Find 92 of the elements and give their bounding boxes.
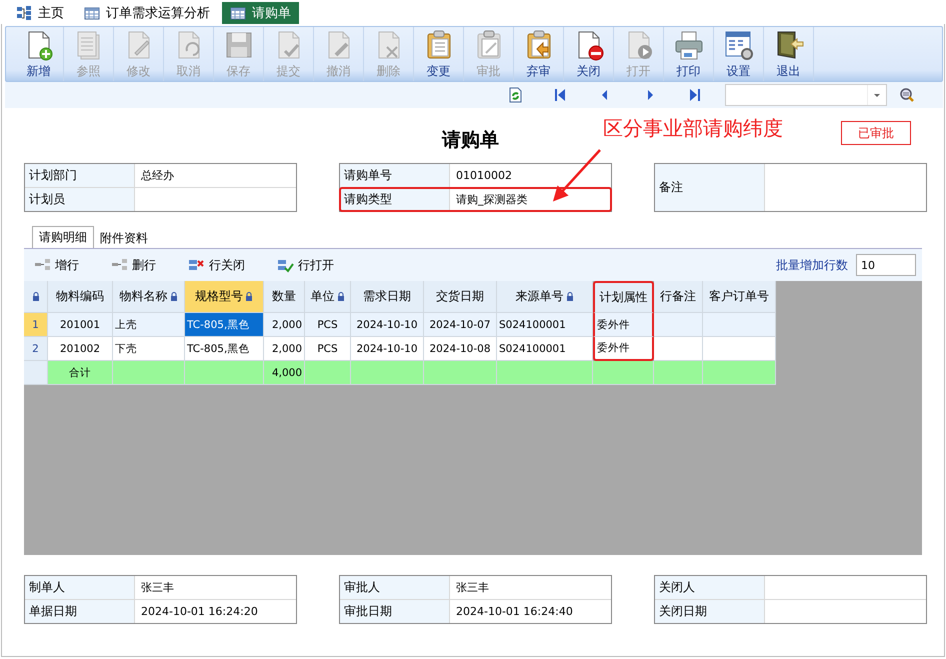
annotation-text: 区分事业部请购纬度	[603, 114, 783, 142]
field-label: 计划部门	[25, 164, 135, 187]
column-header[interactable]: 行备注	[654, 281, 703, 313]
table-cell: 201001	[48, 313, 113, 337]
table-cell: 委外件	[593, 337, 654, 361]
document-tab[interactable]: 主页	[8, 2, 72, 24]
total-label: 合计	[48, 361, 113, 385]
grid-toolbar-button[interactable]: 增行	[34, 256, 79, 274]
row-number[interactable]: 2	[24, 337, 48, 361]
table-cell: 2024-10-10	[351, 313, 424, 337]
last-record-icon[interactable]	[687, 87, 703, 103]
table-cell: 2,000	[264, 313, 305, 337]
lock-icon	[566, 292, 574, 302]
row-close-icon	[188, 257, 205, 273]
table-cell: TC-805,黑色	[185, 313, 264, 337]
detail-tab[interactable]: 请购明细	[32, 226, 94, 248]
lock-icon	[32, 292, 40, 302]
table-cell: 2024-10-10	[351, 337, 424, 361]
column-header[interactable]: 物料编码	[48, 281, 113, 313]
refresh-icon[interactable]	[507, 87, 523, 103]
grid-toolbar-button[interactable]: 删行	[111, 256, 156, 274]
column-header[interactable]: 需求日期	[351, 281, 424, 313]
column-header[interactable]: 单位	[305, 281, 351, 313]
row-number[interactable]: 1	[24, 313, 48, 337]
field-value: 2024-10-01 16:24:40	[455, 604, 574, 620]
field-value: 请购_探测器类	[455, 192, 528, 208]
table-cell: 201002	[48, 337, 113, 361]
lock-icon	[170, 292, 178, 302]
field-value: 01010002	[455, 168, 513, 184]
field-label: 审批日期	[340, 600, 450, 623]
toolbar-button[interactable]: 设置	[714, 27, 764, 81]
settings-icon	[722, 28, 754, 60]
table-cell: 2,000	[264, 337, 305, 361]
toolbar-button[interactable]: 退出	[764, 27, 814, 81]
document-tab[interactable]: 订单需求运算分析	[76, 2, 218, 24]
field-value: 张三丰	[455, 580, 490, 596]
column-header[interactable]: 客户订单号	[703, 281, 776, 313]
annotation-arrow	[550, 148, 604, 204]
field-label: 关闭人	[655, 576, 765, 599]
toolbar-button[interactable]: 打印	[664, 27, 714, 81]
search-icon[interactable]	[899, 87, 915, 103]
batch-rows-input[interactable]: 10	[856, 254, 916, 276]
form-title: 请购单	[442, 128, 499, 153]
toolbar-button[interactable]: 关闭	[564, 27, 614, 81]
field-label: 计划员	[25, 188, 135, 211]
detail-tab[interactable]: 附件资料	[94, 228, 154, 248]
table-cell: S024100001	[497, 313, 593, 337]
column-header[interactable]: 交货日期	[424, 281, 497, 313]
table-cell: 委外件	[593, 313, 654, 337]
column-header[interactable]: 物料名称	[113, 281, 185, 313]
sitemap-icon	[16, 5, 32, 21]
grid-toolbar-button[interactable]: 行打开	[277, 256, 334, 274]
row-icon	[34, 257, 51, 273]
field-label: 关闭日期	[655, 600, 765, 623]
column-header[interactable]: 计划属性	[593, 281, 654, 313]
field-value: 总经办	[140, 168, 175, 184]
toolbar-button[interactable]: 新增	[14, 27, 64, 81]
document-tab[interactable]: 请购单	[222, 2, 299, 24]
total-cell: 4,000	[264, 361, 305, 385]
status-stamp: 已审批	[841, 121, 911, 145]
table-cell: 上壳	[113, 313, 185, 337]
table-cell: 下壳	[113, 337, 185, 361]
first-record-icon[interactable]	[552, 87, 568, 103]
row-check-icon	[277, 257, 294, 273]
lock-icon	[245, 292, 253, 302]
caret-icon	[873, 92, 881, 98]
table-cell: PCS	[305, 313, 351, 337]
column-header[interactable]: 来源单号	[497, 281, 593, 313]
printer-icon	[672, 28, 704, 60]
batch-rows-label: 批量增加行数	[776, 256, 848, 274]
table-cell: TC-805,黑色	[185, 337, 264, 361]
field-label: 请购类型	[340, 188, 450, 211]
table-cell: 2024-10-08	[424, 337, 497, 361]
table-icon	[84, 6, 100, 20]
table-cell: 2024-10-07	[424, 313, 497, 337]
grid-toolbar-button[interactable]: 行关闭	[188, 256, 245, 274]
field-label: 请购单号	[340, 164, 450, 187]
field-value: 2024-10-01 16:24:20	[140, 604, 259, 620]
field-label: 单据日期	[25, 600, 135, 623]
table-icon	[230, 6, 246, 20]
row-icon	[111, 257, 128, 273]
toolbar-button[interactable]: 变更	[414, 27, 464, 81]
table-cell: S024100001	[497, 337, 593, 361]
row-number	[24, 361, 48, 385]
column-header[interactable]: 数量	[264, 281, 305, 313]
lock-icon	[336, 292, 344, 302]
field-label: 制单人	[25, 576, 135, 599]
table-cell: PCS	[305, 337, 351, 361]
field-value: 张三丰	[140, 580, 175, 596]
toolbar-button[interactable]: 弃审	[514, 27, 564, 81]
column-header[interactable]: 规格型号	[185, 281, 264, 313]
field-label: 审批人	[340, 576, 450, 599]
